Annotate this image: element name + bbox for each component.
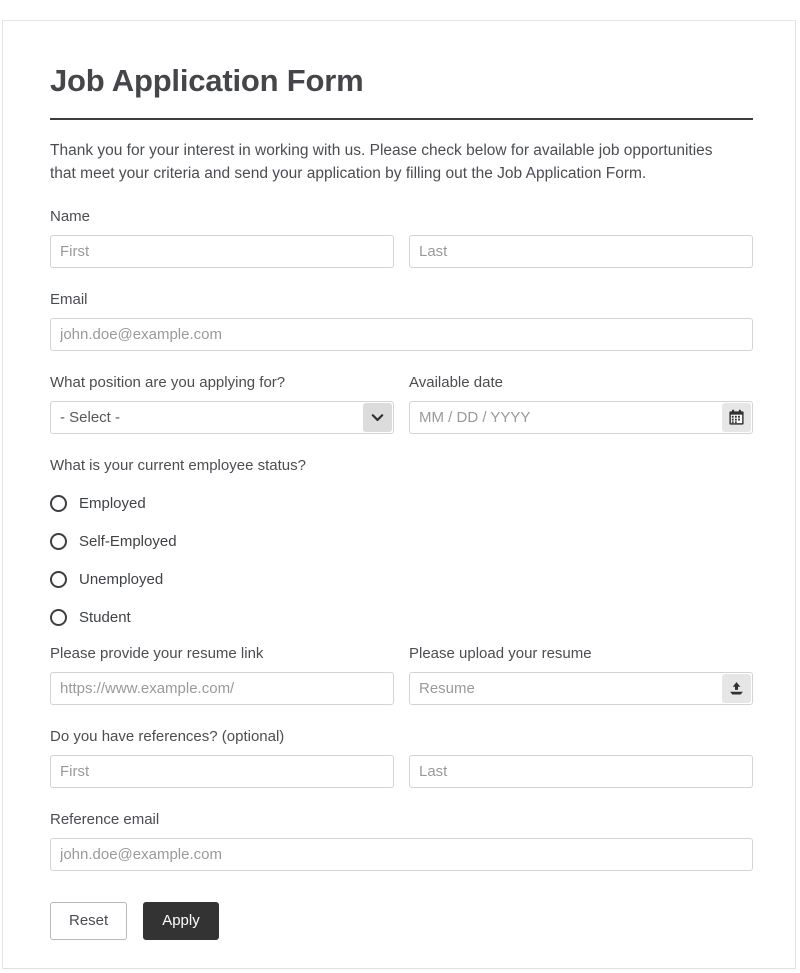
name-last-input[interactable] xyxy=(409,235,753,268)
reference-last-col xyxy=(409,755,753,788)
radio-circle-icon[interactable] xyxy=(50,609,67,626)
radio-option-student[interactable]: Student xyxy=(50,606,409,628)
status-label: What is your current employee status? xyxy=(50,456,753,476)
resume-link-input[interactable] xyxy=(50,672,394,705)
resume-upload-label: Please upload your resume xyxy=(409,644,753,664)
resume-link-label: Please provide your resume link xyxy=(50,644,394,664)
resume-link-label-col: Please provide your resume link xyxy=(50,644,394,672)
radio-circle-icon[interactable] xyxy=(50,533,67,550)
references-row xyxy=(50,755,753,788)
form-actions: Reset Apply xyxy=(50,902,753,940)
chevron-down-icon[interactable] xyxy=(363,403,392,432)
position-date-label-row: What position are you applying for? Avai… xyxy=(50,373,753,401)
radio-label-employed: Employed xyxy=(79,495,146,512)
email-label: Email xyxy=(50,290,753,310)
resume-row xyxy=(50,672,753,705)
page-title: Job Application Form xyxy=(50,61,753,104)
reference-email-row xyxy=(50,838,753,871)
email-row xyxy=(50,318,753,351)
position-select[interactable]: - Select - xyxy=(50,401,394,434)
position-col: - Select - xyxy=(50,401,394,434)
radio-label-unemployed: Unemployed xyxy=(79,571,163,588)
resume-upload-col xyxy=(409,672,753,705)
field-group-position-date: What position are you applying for? Avai… xyxy=(50,373,753,434)
form-card: Job Application Form Thank you for your … xyxy=(2,20,796,969)
status-radio-group: Employed Self-Employed Unemployed Studen… xyxy=(50,492,753,644)
field-group-reference-email: Reference email xyxy=(50,810,753,871)
name-row xyxy=(50,235,753,268)
radio-label-self-employed: Self-Employed xyxy=(79,533,177,550)
field-group-status: What is your current employee status? Em… xyxy=(50,456,753,644)
name-last-col xyxy=(409,235,753,268)
reference-email-input[interactable] xyxy=(50,838,753,871)
title-divider xyxy=(50,118,753,120)
field-group-references: Do you have references? (optional) xyxy=(50,727,753,788)
radio-circle-icon[interactable] xyxy=(50,495,67,512)
available-date-input[interactable] xyxy=(409,401,753,434)
field-group-name: Name xyxy=(50,207,753,268)
date-label-col: Available date xyxy=(409,373,753,401)
resume-upload-label-col: Please upload your resume xyxy=(409,644,753,672)
reset-button[interactable]: Reset xyxy=(50,902,127,940)
radio-circle-icon[interactable] xyxy=(50,571,67,588)
field-group-resume: Please provide your resume link Please u… xyxy=(50,644,753,705)
available-date-field-wrap[interactable] xyxy=(409,401,753,434)
name-label: Name xyxy=(50,207,753,227)
resume-upload-input[interactable] xyxy=(409,672,753,705)
upload-icon[interactable] xyxy=(722,674,751,703)
resume-label-row: Please provide your resume link Please u… xyxy=(50,644,753,672)
name-first-input[interactable] xyxy=(50,235,394,268)
available-date-label: Available date xyxy=(409,373,753,393)
field-group-email: Email xyxy=(50,290,753,351)
position-label-col: What position are you applying for? xyxy=(50,373,394,401)
apply-button[interactable]: Apply xyxy=(143,902,219,940)
position-label: What position are you applying for? xyxy=(50,373,394,393)
intro-text: Thank you for your interest in working w… xyxy=(50,139,740,185)
radio-label-student: Student xyxy=(79,609,131,626)
radio-option-unemployed[interactable]: Unemployed xyxy=(50,568,409,590)
references-label: Do you have references? (optional) xyxy=(50,727,753,747)
available-date-col xyxy=(409,401,753,434)
reference-first-input[interactable] xyxy=(50,755,394,788)
position-select-field[interactable] xyxy=(50,401,394,434)
resume-upload-wrap[interactable] xyxy=(409,672,753,705)
reference-first-col xyxy=(50,755,394,788)
reference-last-input[interactable] xyxy=(409,755,753,788)
form-body: Job Application Form Thank you for your … xyxy=(50,61,753,940)
resume-link-col xyxy=(50,672,394,705)
name-first-col xyxy=(50,235,394,268)
radio-option-self-employed[interactable]: Self-Employed xyxy=(50,530,409,552)
radio-option-employed[interactable]: Employed xyxy=(50,492,409,514)
page-root: Job Application Form Thank you for your … xyxy=(0,0,800,973)
position-date-row: - Select - xyxy=(50,401,753,434)
email-input[interactable] xyxy=(50,318,753,351)
calendar-icon[interactable] xyxy=(722,403,751,432)
email-col xyxy=(50,318,753,351)
reference-email-col xyxy=(50,838,753,871)
reference-email-label: Reference email xyxy=(50,810,753,830)
